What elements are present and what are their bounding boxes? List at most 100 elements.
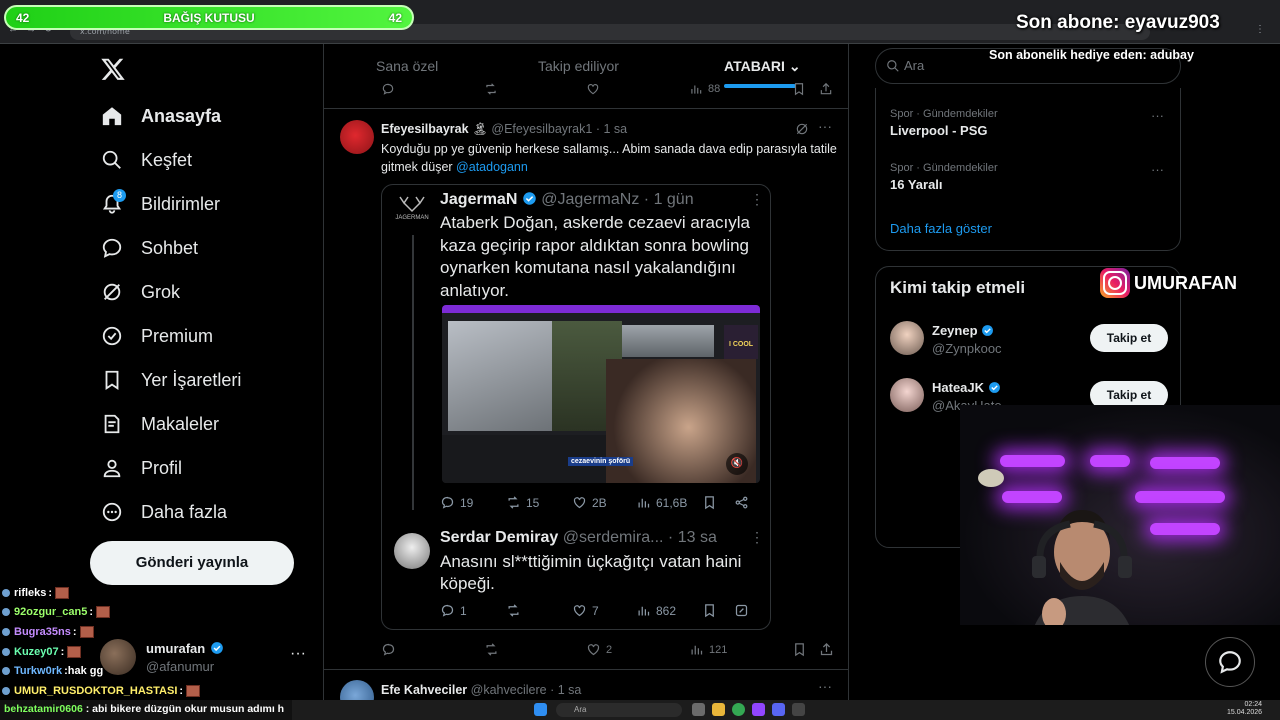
like-count: 7: [592, 603, 599, 618]
chat-username: Bugra35ns: [14, 625, 71, 638]
app-icon[interactable]: [792, 703, 805, 716]
tweet-time[interactable]: 1 sa: [603, 122, 627, 136]
twitch-icon[interactable]: [752, 703, 765, 716]
sidebar-item-label: Grok: [141, 281, 181, 302]
chat-text: hak gg: [67, 665, 104, 678]
sidebar-item-chat[interactable]: Sohbet: [100, 230, 198, 266]
trend-title: 16 Yaralı: [890, 177, 943, 192]
follow-suggestion[interactable]: Zeynep @Zynpkooc Takip et: [890, 319, 1170, 359]
tweet-time[interactable]: 1 sa: [558, 683, 582, 697]
task-view-icon[interactable]: [692, 703, 705, 716]
stream-chat: rifleks : 92ozgur_can5 : Bugra35ns : Kuz…: [2, 583, 302, 701]
reply-author-name: Serdar Demiray: [440, 529, 559, 546]
edit-icon: [734, 603, 754, 618]
reply-author-handle: @serdemira...: [562, 529, 664, 546]
streamer: [1032, 510, 1132, 625]
clock-date: 15.04.2026: [1227, 709, 1263, 716]
follow-name: HateaJK: [932, 380, 1001, 395]
bookmark-icon[interactable]: [792, 642, 812, 657]
x-logo-icon[interactable]: [100, 56, 126, 82]
trend-more-icon[interactable]: ···: [1151, 162, 1164, 177]
like-icon[interactable]: [586, 82, 605, 96]
views-stat[interactable]: 88: [689, 82, 720, 96]
avatar[interactable]: [340, 120, 374, 154]
sidebar-item-profile[interactable]: Profil: [100, 450, 182, 486]
avatar: [394, 533, 430, 569]
tweet-author-name[interactable]: Efe Kahveciler: [381, 683, 467, 697]
sidebar-item-more[interactable]: Daha fazla: [100, 494, 227, 530]
sidebar-item-explore[interactable]: Keşfet: [100, 142, 192, 178]
chat-input-line: behzatamir0606 : abi bikere düzgün okur …: [0, 700, 292, 720]
media-caption: cezaevinin şoförü: [568, 457, 634, 466]
mention-link[interactable]: @atadogann: [456, 160, 528, 174]
share-icon[interactable]: [819, 642, 839, 657]
show-more-link[interactable]: Daha fazla göster: [890, 221, 992, 236]
bookmark-icon[interactable]: [792, 82, 811, 96]
tweet-author-handle[interactable]: @kahvecilere: [471, 683, 547, 697]
file-explorer-icon[interactable]: [712, 703, 725, 716]
home-icon: [100, 104, 124, 128]
quote-likes: 2B: [572, 495, 607, 510]
tweet-actions: 2 121: [324, 642, 848, 664]
like-button[interactable]: 2: [586, 642, 612, 657]
taskbar-search-label: Ara: [574, 705, 587, 714]
follow-handle: @Zynpkooc: [932, 341, 1002, 356]
clock[interactable]: 02:24 15.04.2026: [1227, 701, 1262, 717]
sidebar-item-bookmarks[interactable]: Yer İşaretleri: [100, 362, 241, 398]
avatar[interactable]: [340, 680, 374, 700]
browser-menu-icon[interactable]: ⋮: [1255, 24, 1269, 38]
tweet-more-icon[interactable]: ···: [818, 118, 832, 134]
quote-text: Ataberk Doğan, askerde cezaevi aracıyla …: [440, 213, 750, 300]
purple-light: [1090, 455, 1130, 467]
post-button[interactable]: Gönderi yayınla: [90, 541, 294, 585]
reply-count: 19: [460, 495, 474, 510]
windows-start-icon[interactable]: [534, 703, 547, 716]
follow-button[interactable]: Takip et: [1090, 324, 1168, 352]
sidebar-item-home[interactable]: Anasayfa: [100, 98, 221, 134]
messages-drawer-button[interactable]: [1205, 637, 1255, 687]
chrome-icon[interactable]: [732, 703, 745, 716]
reply-icon[interactable]: [381, 642, 401, 657]
donation-right-value: 42: [388, 10, 402, 25]
sidebar-item-notifications[interactable]: 8 Bildirimler: [100, 186, 220, 222]
discord-icon[interactable]: [772, 703, 785, 716]
chat-separator: :: [60, 645, 65, 658]
trend-item[interactable]: Spor · Gündemdekiler 16 Yaralı ···: [890, 162, 1170, 192]
media-top-bar: [442, 305, 760, 313]
repost-icon[interactable]: [484, 642, 504, 657]
media-tag: I COOL: [724, 325, 758, 359]
trend-item[interactable]: Spor · Gündemdekiler Liverpool - PSG ···: [890, 108, 1170, 138]
chat-message: Kuzey07 :: [2, 642, 302, 662]
repost-icon[interactable]: [484, 82, 503, 96]
chat-emote-icon: [55, 586, 70, 599]
tweet-author-handle[interactable]: @Efeyesilbayrak1: [491, 122, 592, 136]
tweet-author-name[interactable]: Efeyesilbayrak: [381, 122, 469, 136]
tab-atabari[interactable]: ATABARI ⌄: [724, 58, 801, 75]
chat-icon: [100, 236, 124, 260]
chat-separator: :: [89, 606, 94, 619]
trend-title: Liverpool - PSG: [890, 123, 988, 138]
avatar: [890, 378, 924, 412]
views-stat[interactable]: 121: [689, 642, 727, 657]
sidebar-item-articles[interactable]: Makaleler: [100, 406, 219, 442]
tab-following[interactable]: Takip ediliyor: [538, 58, 619, 74]
reply-icon[interactable]: [381, 82, 400, 96]
quoted-tweet-image[interactable]: JAGERMAN JagermaN @JagermaNz · 1 gün ⋮ A…: [381, 184, 771, 630]
trend-more-icon[interactable]: ···: [1151, 108, 1164, 123]
follow-name-text: Zeynep: [932, 323, 978, 338]
taskbar-search[interactable]: Ara: [556, 703, 682, 717]
tweet-more-icon[interactable]: ···: [818, 678, 832, 694]
verified-badge-icon: [523, 192, 536, 205]
purple-light: [1150, 457, 1220, 469]
search-icon: [100, 148, 124, 172]
share-icon[interactable]: [819, 82, 838, 96]
tab-for-you[interactable]: Sana özel: [376, 58, 438, 74]
sidebar-item-premium[interactable]: Premium: [100, 318, 213, 354]
view-count: 61,6B: [656, 495, 688, 510]
emoji-icon: 🏝: [472, 122, 488, 136]
bookmark-icon: [702, 495, 722, 510]
sidebar-item-label: Anasayfa: [141, 105, 222, 126]
lamp: [978, 469, 1004, 487]
sidebar-item-grok[interactable]: Grok: [100, 274, 180, 310]
grok-icon[interactable]: [795, 122, 809, 136]
